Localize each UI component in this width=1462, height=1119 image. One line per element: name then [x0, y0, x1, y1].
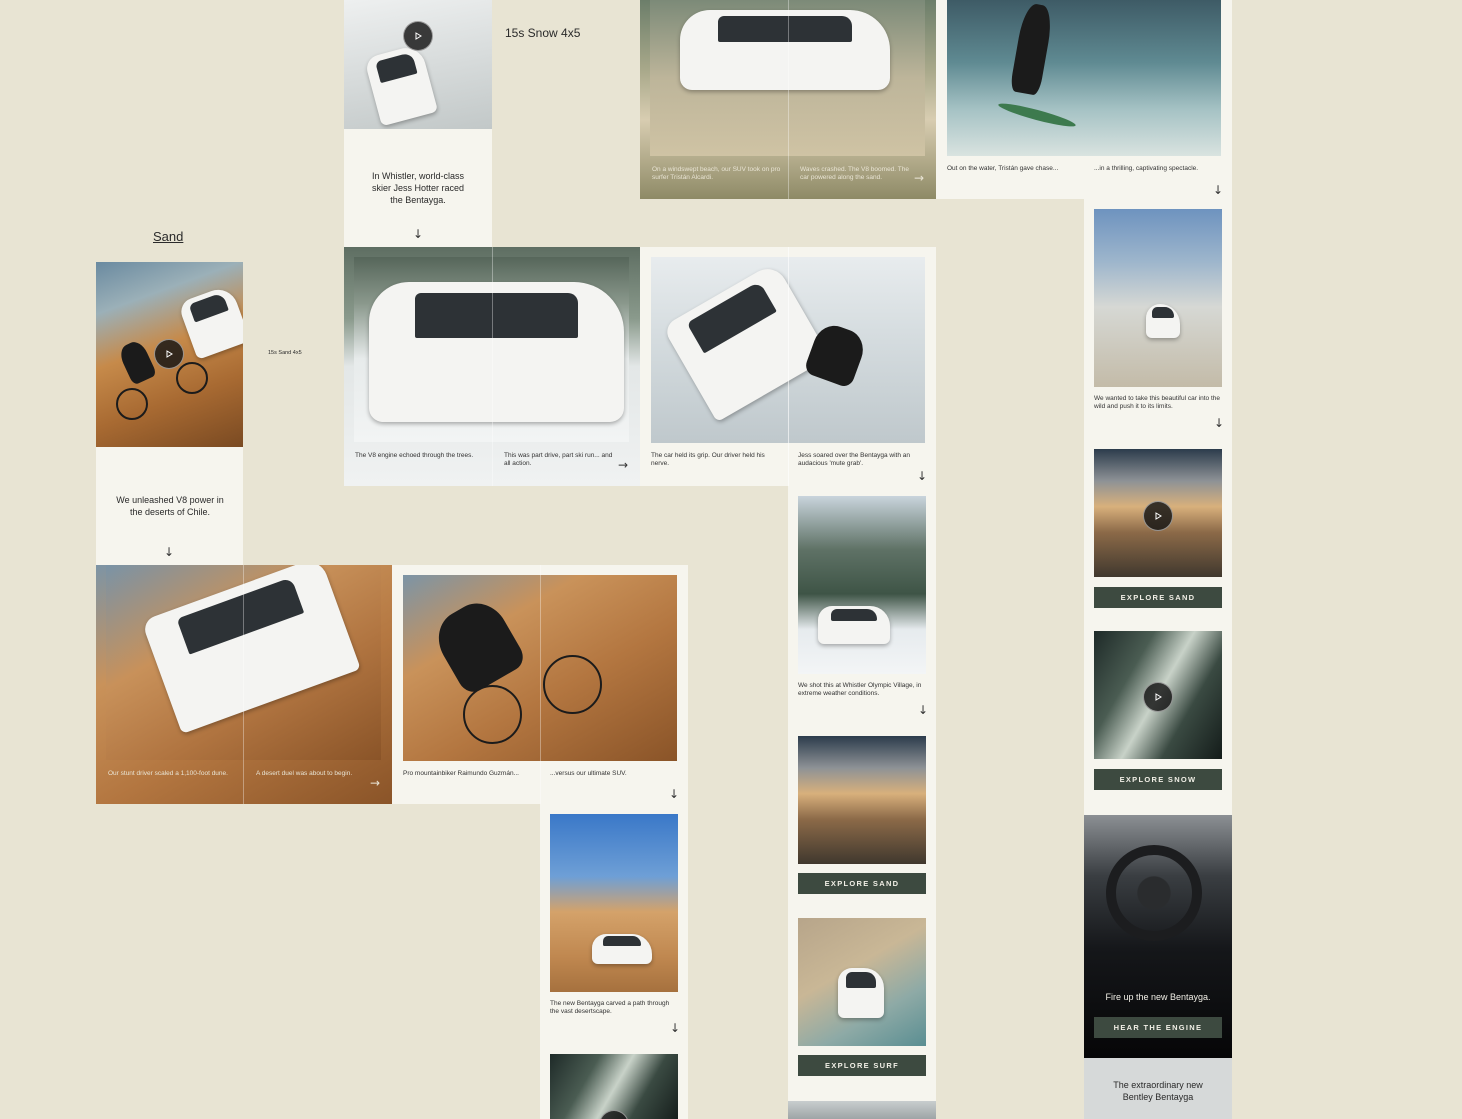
- bike-wheel: [543, 655, 602, 714]
- car-shape: [818, 606, 890, 644]
- arrow-down-icon[interactable]: ↓: [917, 470, 927, 482]
- car-shape: [369, 282, 624, 422]
- sand-carousel-2[interactable]: Pro mountainbiker Raimundo Guzmán... ...…: [392, 565, 688, 804]
- sand-single-caption: The new Bentayga carved a path through t…: [550, 1000, 670, 1015]
- surf-single-column: We wanted to take this beautiful car int…: [1084, 199, 1232, 815]
- arrow-down-icon[interactable]: ↓: [413, 228, 423, 240]
- arrow-down-icon[interactable]: ↓: [918, 704, 928, 716]
- snow-section-label: 15s Snow 4x5: [505, 26, 581, 40]
- final-card: The extraordinary new Bentley Bentayga: [1084, 1058, 1232, 1119]
- final-text: The extraordinary new Bentley Bentayga: [1113, 1080, 1203, 1102]
- biker-shape: [116, 338, 158, 386]
- arrow-down-icon[interactable]: ↓: [1213, 184, 1223, 196]
- car-shape: [1146, 304, 1180, 338]
- skier-over-car-video[interactable]: [344, 0, 492, 129]
- sand-video-label: 15s Sand 4x5: [268, 350, 302, 356]
- surf-carousel[interactable]: Out on the water, Tristán gave chase... …: [936, 0, 1232, 199]
- sand-single-column: The new Bentayga carved a path through t…: [540, 804, 688, 1119]
- arrow-right-icon[interactable]: →: [914, 172, 924, 184]
- surfer-shape: [1009, 2, 1055, 96]
- snow-motion-video[interactable]: [1094, 631, 1222, 759]
- explore-sand-button[interactable]: EXPLORE SAND: [798, 873, 926, 894]
- sand-caption-1: Our stunt driver scaled a 1,100-foot dun…: [108, 770, 228, 777]
- car-shape: [177, 284, 243, 360]
- bike-wheel: [176, 362, 208, 394]
- arrow-down-icon[interactable]: ↓: [670, 1022, 680, 1034]
- car-shape: [141, 565, 361, 734]
- bike-wheel: [116, 388, 148, 420]
- steering-wheel-shape: [1106, 845, 1202, 941]
- surfer-image: [947, 0, 1221, 156]
- next-card-peek: [788, 1101, 936, 1119]
- arrow-down-icon[interactable]: ↓: [669, 788, 679, 800]
- surfboard-shape: [997, 99, 1077, 131]
- car-shape: [592, 934, 652, 964]
- beach-caption-1: On a windswept beach, our SUV took on pr…: [652, 166, 781, 181]
- beach-carousel[interactable]: On a windswept beach, our SUV took on pr…: [640, 0, 936, 199]
- play-button[interactable]: [1143, 682, 1173, 712]
- snow-intro-text: In Whistler, world-class skier Jess Hott…: [371, 171, 465, 205]
- snow-intro-card: In Whistler, world-class skier Jess Hott…: [344, 0, 492, 247]
- car-on-shore-image: [798, 918, 926, 1046]
- surf-caption-1: Out on the water, Tristán gave chase...: [947, 165, 1059, 172]
- arrow-right-icon[interactable]: →: [370, 777, 380, 789]
- car-shape: [662, 261, 830, 423]
- sand-caption-2: A desert duel was about to begin.: [256, 770, 353, 777]
- dunes-clouds-video[interactable]: [1094, 449, 1222, 577]
- snow-carousel-1[interactable]: The V8 engine echoed through the trees. …: [344, 247, 640, 486]
- sand-caption-4: ...versus our ultimate SUV.: [550, 770, 627, 777]
- slide-divider: [788, 247, 789, 486]
- snow-single-caption: We shot this at Whistler Olympic Village…: [798, 682, 922, 697]
- play-icon: [1155, 693, 1162, 701]
- play-button[interactable]: [599, 1110, 629, 1119]
- car-in-desert-image: [550, 814, 678, 992]
- play-button[interactable]: [403, 21, 433, 51]
- biker-shape: [427, 592, 529, 698]
- sand-caption-3: Pro mountainbiker Raimundo Guzmán...: [403, 770, 519, 777]
- slide-divider: [492, 247, 493, 486]
- arrow-right-icon[interactable]: →: [618, 459, 628, 471]
- surf-single-caption: We wanted to take this beautiful car int…: [1094, 395, 1220, 410]
- sand-section-label[interactable]: Sand: [153, 229, 183, 244]
- slide-divider: [540, 565, 541, 804]
- explore-snow-button[interactable]: EXPLORE SNOW: [1094, 769, 1222, 790]
- play-icon: [166, 350, 173, 358]
- arrow-down-icon[interactable]: ↓: [1214, 417, 1224, 429]
- snow-carousel-2[interactable]: The car held its grip. Our driver held h…: [640, 247, 936, 486]
- engine-card: Fire up the new Bentayga. HEAR THE ENGIN…: [1084, 815, 1232, 1058]
- car-in-forest-image: [798, 496, 926, 674]
- sand-intro-card: We unleashed V8 power in the deserts of …: [96, 262, 243, 565]
- hear-engine-button[interactable]: HEAR THE ENGINE: [1094, 1017, 1222, 1038]
- snow-single-column: We shot this at Whistler Olympic Village…: [788, 486, 936, 1119]
- explore-surf-button[interactable]: EXPLORE SURF: [798, 1055, 926, 1076]
- sand-intro-text: We unleashed V8 power in the deserts of …: [116, 495, 224, 517]
- snow-caption-4: Jess soared over the Bentayga with an au…: [798, 452, 911, 467]
- bike-wheel: [463, 685, 522, 744]
- snow-caption-2: This was part drive, part ski run... and…: [504, 452, 613, 467]
- car-shape: [680, 10, 890, 90]
- engine-text: Fire up the new Bentayga.: [1105, 992, 1211, 1002]
- dunes-clouds-image: [798, 736, 926, 864]
- biker-dune-video[interactable]: [96, 262, 243, 447]
- explore-sand-button[interactable]: EXPLORE SAND: [1094, 587, 1222, 608]
- snow-motion-video[interactable]: [550, 1054, 678, 1119]
- slide-divider: [243, 565, 244, 804]
- play-icon: [1155, 512, 1162, 520]
- snow-caption-1: The V8 engine echoed through the trees.: [355, 452, 474, 459]
- car-shape: [838, 968, 884, 1018]
- play-button[interactable]: [1143, 501, 1173, 531]
- beach-caption-2: Waves crashed. The V8 boomed. The car po…: [800, 166, 909, 181]
- arrow-down-icon[interactable]: ↓: [164, 546, 174, 558]
- car-shape: [363, 43, 439, 127]
- surf-caption-2: ...in a thrilling, captivating spectacle…: [1094, 165, 1199, 172]
- car-splash-image: [1094, 209, 1222, 387]
- play-button[interactable]: [154, 339, 184, 369]
- play-icon: [415, 32, 422, 40]
- snow-caption-3: The car held its grip. Our driver held h…: [651, 452, 765, 467]
- sand-carousel-1[interactable]: Our stunt driver scaled a 1,100-foot dun…: [96, 565, 392, 804]
- slide-divider: [788, 0, 789, 199]
